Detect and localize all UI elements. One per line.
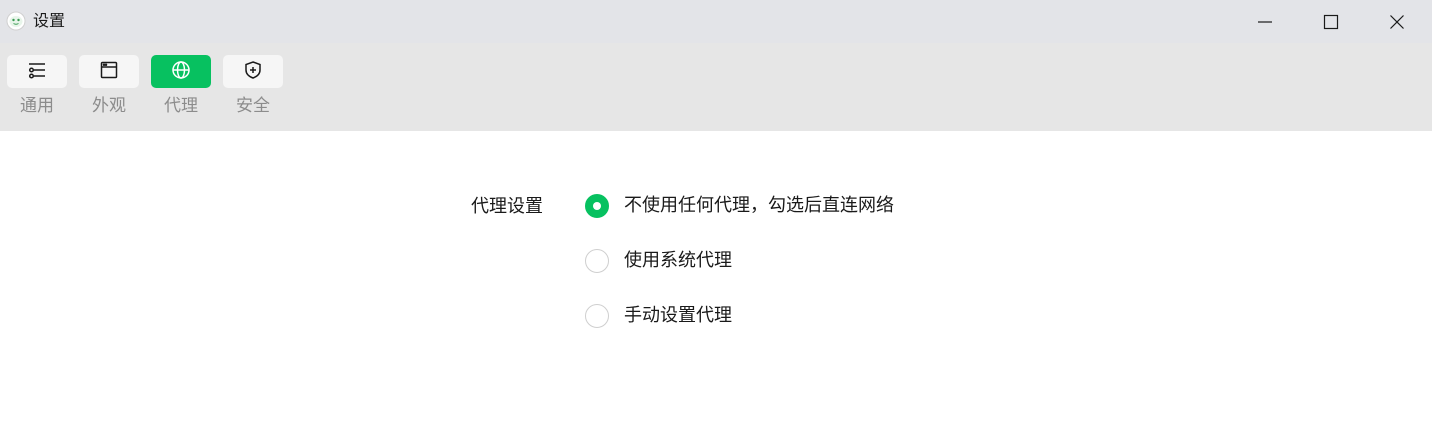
globe-icon <box>171 60 191 84</box>
proxy-option-manual[interactable]: 手动设置代理 <box>585 304 732 328</box>
minimize-button[interactable] <box>1230 0 1300 43</box>
settings-toolbar: 通用 外观 代理 安全 <box>0 43 1432 131</box>
window-title: 设置 <box>33 11 66 30</box>
proxy-option-manual-label[interactable]: 手动设置代理 <box>624 305 732 327</box>
proxy-option-none[interactable]: 不使用任何代理，勾选后直连网络 <box>585 194 894 218</box>
proxy-option-system-radio[interactable] <box>585 249 609 273</box>
tab-general[interactable]: 通用 <box>7 55 67 117</box>
tab-appearance-button[interactable] <box>79 55 139 88</box>
app-logo-icon <box>6 11 26 31</box>
tab-security-button[interactable] <box>223 55 283 88</box>
proxy-option-none-radio[interactable] <box>585 194 609 218</box>
title-bar: 设置 <box>0 0 1432 43</box>
tab-appearance-label: 外观 <box>92 96 126 116</box>
window-icon <box>99 60 119 84</box>
tab-appearance[interactable]: 外观 <box>79 55 139 117</box>
sliders-icon <box>27 60 47 84</box>
tab-security-label: 安全 <box>236 96 270 116</box>
tab-proxy-label: 代理 <box>164 96 198 116</box>
tab-proxy-button[interactable] <box>151 55 211 88</box>
maximize-button[interactable] <box>1296 0 1366 43</box>
minimize-icon <box>1257 14 1273 30</box>
shield-plus-icon <box>243 60 263 84</box>
tab-general-button[interactable] <box>7 55 67 88</box>
proxy-settings-panel: 代理设置 不使用任何代理，勾选后直连网络 使用系统代理 手动设置代理 <box>0 131 1432 424</box>
proxy-option-system-label[interactable]: 使用系统代理 <box>624 250 732 272</box>
tab-security[interactable]: 安全 <box>223 55 283 117</box>
maximize-icon <box>1323 14 1339 30</box>
proxy-settings-label: 代理设置 <box>471 196 543 217</box>
tab-general-label: 通用 <box>20 96 54 116</box>
close-button[interactable] <box>1362 0 1432 43</box>
proxy-option-system[interactable]: 使用系统代理 <box>585 249 732 273</box>
tab-proxy[interactable]: 代理 <box>151 55 211 117</box>
proxy-option-none-label[interactable]: 不使用任何代理，勾选后直连网络 <box>624 195 894 217</box>
close-icon <box>1389 14 1405 30</box>
proxy-option-manual-radio[interactable] <box>585 304 609 328</box>
